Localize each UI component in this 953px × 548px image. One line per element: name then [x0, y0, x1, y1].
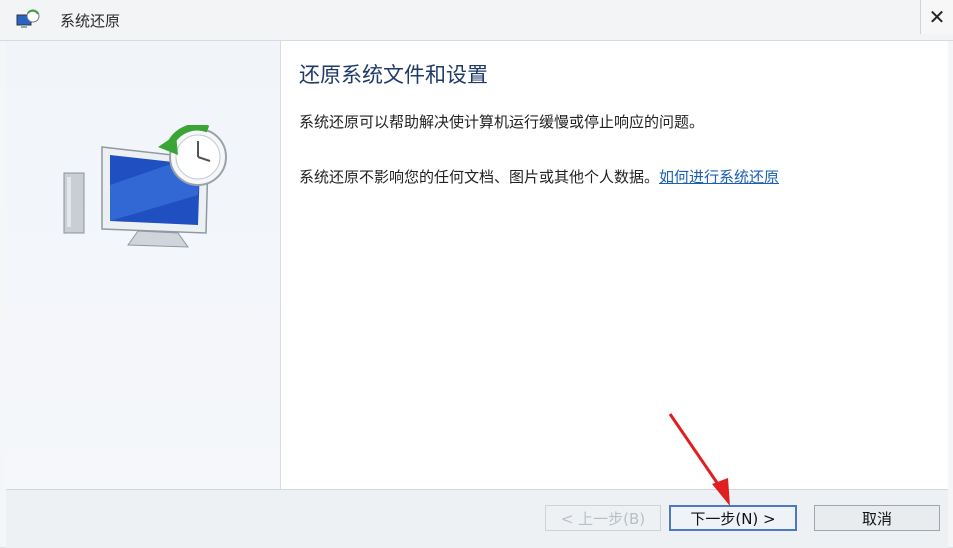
cancel-button[interactable]: 取消 — [814, 505, 940, 531]
page-heading: 还原系统文件和设置 — [299, 63, 488, 87]
close-button[interactable]: ✕ — [920, 0, 953, 34]
annotation-arrow — [668, 413, 730, 506]
left-graphic-panel — [6, 41, 281, 489]
system-restore-window: 系统还原 ✕ 还原系统文件和设置 系统还原可以帮助解决使计算机运行缓慢或停止响应… — [0, 0, 953, 548]
window-title: 系统还原 — [60, 12, 121, 30]
button-bar: < 上一步(B) 下一步(N) > 取消 — [6, 489, 948, 548]
system-restore-icon — [16, 9, 40, 31]
back-button[interactable]: < 上一步(B) — [545, 505, 661, 531]
title-bar[interactable]: 系统还原 ✕ — [0, 0, 953, 41]
data-safety-text: 系统还原不影响您的任何文档、图片或其他个人数据。如何进行系统还原 — [299, 167, 884, 187]
how-to-restore-link[interactable]: 如何进行系统还原 — [659, 168, 779, 186]
main-content-panel: 还原系统文件和设置 系统还原可以帮助解决使计算机运行缓慢或停止响应的问题。 系统… — [281, 41, 948, 489]
data-safety-sentence: 系统还原不影响您的任何文档、图片或其他个人数据。 — [299, 168, 660, 186]
description-text: 系统还原可以帮助解决使计算机运行缓慢或停止响应的问题。 — [299, 113, 705, 131]
computer-clock-restore-icon — [63, 125, 227, 248]
close-icon: ✕ — [928, 5, 946, 29]
